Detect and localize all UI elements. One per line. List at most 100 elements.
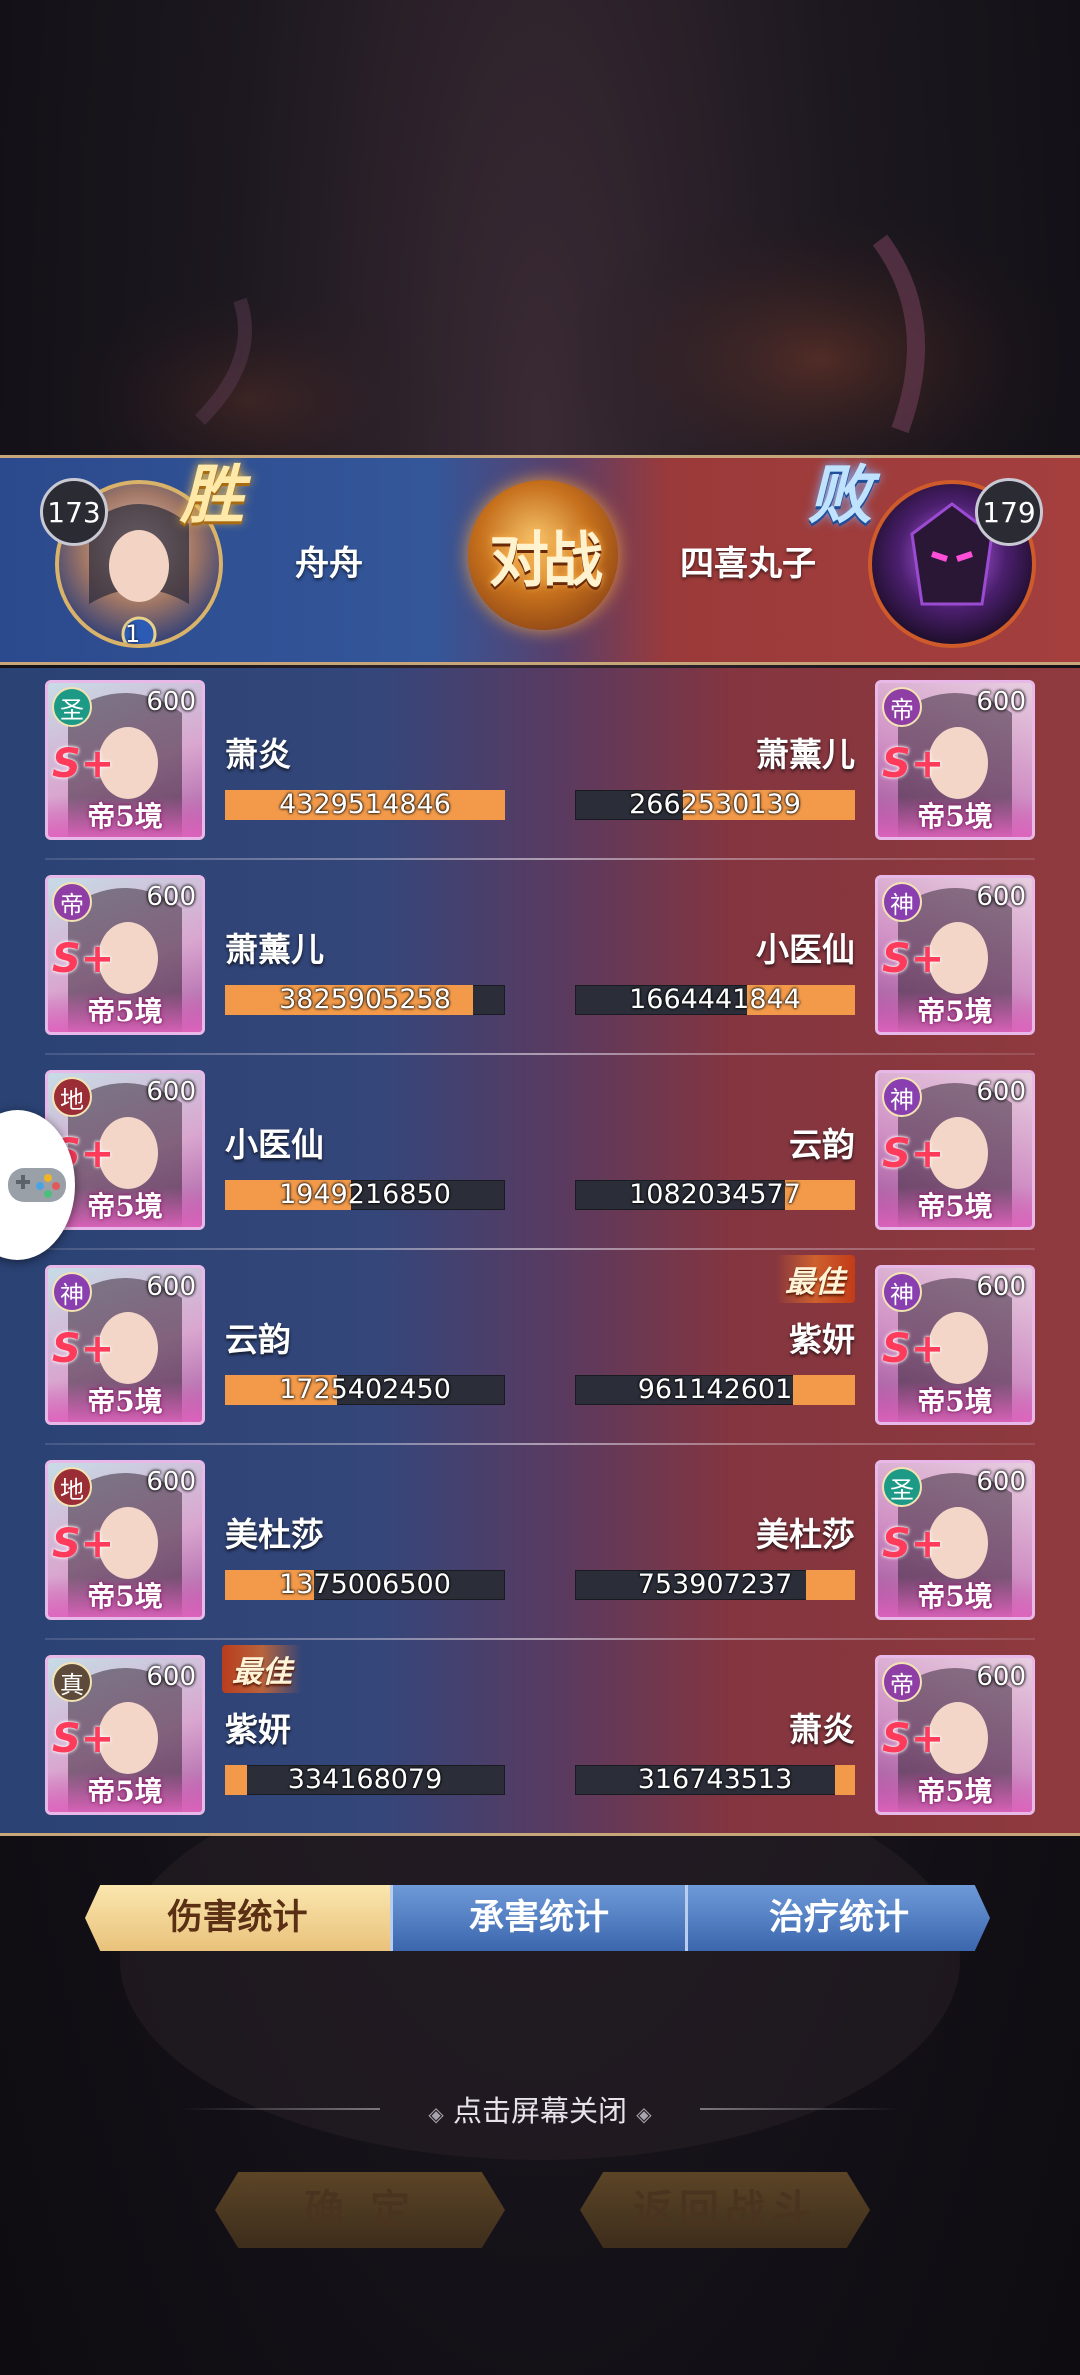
hero-rank-label: S+ (52, 936, 115, 982)
damage-value: 1725402450 (279, 1374, 451, 1405)
hero-grade-badge: 神 (882, 1272, 922, 1312)
right-player-name: 四喜丸子 (680, 544, 816, 584)
stat-tabs: 伤害统计 承害统计 治疗统计 (85, 1885, 990, 1951)
vs-emblem: 对战 (468, 480, 618, 630)
damage-bar: 316743513 (575, 1765, 855, 1795)
row-divider (45, 1638, 1035, 1640)
hero-row: 真 600 S+ 帝5境 最佳 紫妍 334168079 帝 600 S+ 帝5境 萧炎 3167435… (0, 1643, 1080, 1833)
hero-rank-label: S+ (882, 741, 945, 787)
hero-grade-badge: 神 (882, 1077, 922, 1117)
hero-level: 600 (976, 1077, 1026, 1107)
damage-value: 3825905258 (279, 984, 451, 1015)
hero-rank-label: S+ (882, 1326, 945, 1372)
right-hero-name: 小医仙 (756, 930, 855, 969)
gamepad-icon (8, 1168, 66, 1202)
hero-level: 600 (146, 1467, 196, 1497)
right-hero-card[interactable]: 圣 600 S+ 帝5境 (875, 1460, 1035, 1620)
right-player-level: 179 (982, 495, 1036, 529)
hero-grade-badge: 帝 (882, 1662, 922, 1702)
damage-value: 961142601 (637, 1374, 793, 1405)
win-label: 胜 (180, 458, 244, 533)
tab-damage[interactable]: 伤害统计 (85, 1885, 390, 1951)
left-hero-card[interactable]: 真 600 S+ 帝5境 (45, 1655, 205, 1815)
right-player-level-badge: 179 (975, 478, 1043, 546)
damage-value: 1949216850 (279, 1179, 451, 1210)
best-badge: 最佳 (775, 1255, 855, 1303)
hero-realm-label: 帝5境 (878, 1382, 1032, 1422)
hero-realm-label: 帝5境 (48, 797, 202, 837)
floating-gamepad-button[interactable] (0, 1110, 75, 1260)
hero-grade-badge: 圣 (52, 687, 92, 727)
hero-realm-label: 帝5境 (878, 992, 1032, 1032)
damage-bar: 1082034577 (575, 1180, 855, 1210)
right-hero-name: 萧炎 (789, 1710, 855, 1749)
left-player-name: 舟舟 (295, 544, 363, 584)
left-hero-card[interactable]: 地 600 S+ 帝5境 (45, 1460, 205, 1620)
hero-grade-badge: 圣 (882, 1467, 922, 1507)
hero-rank-label: S+ (882, 1716, 945, 1762)
damage-bar: 753907237 (575, 1570, 855, 1600)
damage-value: 2662530139 (629, 789, 801, 820)
hero-realm-label: 帝5境 (878, 1772, 1032, 1812)
hero-rank-label: S+ (52, 1716, 115, 1762)
right-hero-card[interactable]: 帝 600 S+ 帝5境 (875, 680, 1035, 840)
right-hero-name: 美杜莎 (756, 1515, 855, 1554)
hero-realm-label: 帝5境 (48, 992, 202, 1032)
damage-stats-panel: 圣 600 S+ 帝5境 萧炎 4329514846 帝 600 S+ 帝5境 萧薰儿 2662530… (0, 668, 1080, 1836)
left-hero-name: 萧炎 (225, 735, 291, 774)
hero-grade-badge: 帝 (882, 687, 922, 727)
hero-grade-badge: 帝 (52, 882, 92, 922)
right-hero-name: 云韵 (789, 1125, 855, 1164)
back-to-battle-button[interactable]: 返回战斗 (580, 2172, 870, 2248)
right-hero-card[interactable]: 神 600 S+ 帝5境 (875, 1265, 1035, 1425)
tab-healing[interactable]: 治疗统计 (685, 1885, 990, 1951)
hero-realm-label: 帝5境 (878, 1577, 1032, 1617)
right-hero-card[interactable]: 神 600 S+ 帝5境 (875, 1070, 1035, 1230)
right-hero-card[interactable]: 神 600 S+ 帝5境 (875, 875, 1035, 1035)
hero-rank-label: S+ (882, 936, 945, 982)
damage-value: 753907237 (637, 1569, 793, 1600)
hero-realm-label: 帝5境 (48, 1577, 202, 1617)
left-player-level: 173 (47, 495, 101, 529)
diamond-icon: ◈ (636, 2102, 652, 2126)
damage-value: 334168079 (287, 1764, 443, 1795)
row-divider (45, 858, 1035, 860)
diamond-icon: ◈ (428, 2102, 444, 2126)
hero-grade-badge: 地 (52, 1467, 92, 1507)
lose-label: 败 (808, 458, 872, 533)
damage-bar: 1949216850 (225, 1180, 505, 1210)
hero-grade-badge: 神 (882, 882, 922, 922)
hero-grade-badge: 神 (52, 1272, 92, 1312)
damage-value: 316743513 (637, 1764, 793, 1795)
tap-to-close-hint[interactable]: ◈ 点击屏幕关闭 ◈ (0, 2088, 1080, 2130)
damage-value: 4329514846 (279, 789, 451, 820)
damage-bar: 2662530139 (575, 790, 855, 820)
hero-level: 600 (146, 687, 196, 717)
hero-level: 600 (146, 1662, 196, 1692)
hero-realm-label: 帝5境 (48, 1772, 202, 1812)
left-hero-card[interactable]: 帝 600 S+ 帝5境 (45, 875, 205, 1035)
right-hero-card[interactable]: 帝 600 S+ 帝5境 (875, 1655, 1035, 1815)
confirm-button[interactable]: 确 定 (215, 2172, 505, 2248)
left-player-level-badge: 173 (40, 478, 108, 546)
hero-realm-label: 帝5境 (878, 797, 1032, 837)
left-hero-card[interactable]: 神 600 S+ 帝5境 (45, 1265, 205, 1425)
hero-grade-badge: 真 (52, 1662, 92, 1702)
tab-damage-taken[interactable]: 承害统计 (390, 1885, 685, 1951)
hero-row: 帝 600 S+ 帝5境 萧薰儿 3825905258 神 600 S+ 帝5境 小医仙 166444… (0, 863, 1080, 1053)
hero-level: 600 (976, 882, 1026, 912)
hero-level: 600 (976, 1272, 1026, 1302)
hero-rank-label: S+ (882, 1521, 945, 1567)
hero-rank-label: S+ (52, 1521, 115, 1567)
hero-row: 地 600 S+ 帝5境 美杜莎 1375006500 圣 600 S+ 帝5境 美杜莎 753907… (0, 1448, 1080, 1638)
left-hero-name: 美杜莎 (225, 1515, 324, 1554)
left-hero-name: 云韵 (225, 1320, 291, 1359)
hero-row: 神 600 S+ 帝5境 云韵 1725402450 神 600 S+ 帝5境 最佳 紫妍 961142… (0, 1253, 1080, 1443)
row-divider (45, 1248, 1035, 1250)
hero-rank-label: S+ (52, 741, 115, 787)
hero-level: 600 (976, 687, 1026, 717)
battle-header: 173 1 胜 舟舟 对战 四喜丸子 败 179 (0, 455, 1080, 665)
left-hero-card[interactable]: 圣 600 S+ 帝5境 (45, 680, 205, 840)
hero-rank-label: S+ (52, 1326, 115, 1372)
hero-row: 地 600 S+ 帝5境 小医仙 1949216850 神 600 S+ 帝5境 云韵 1082034… (0, 1058, 1080, 1248)
